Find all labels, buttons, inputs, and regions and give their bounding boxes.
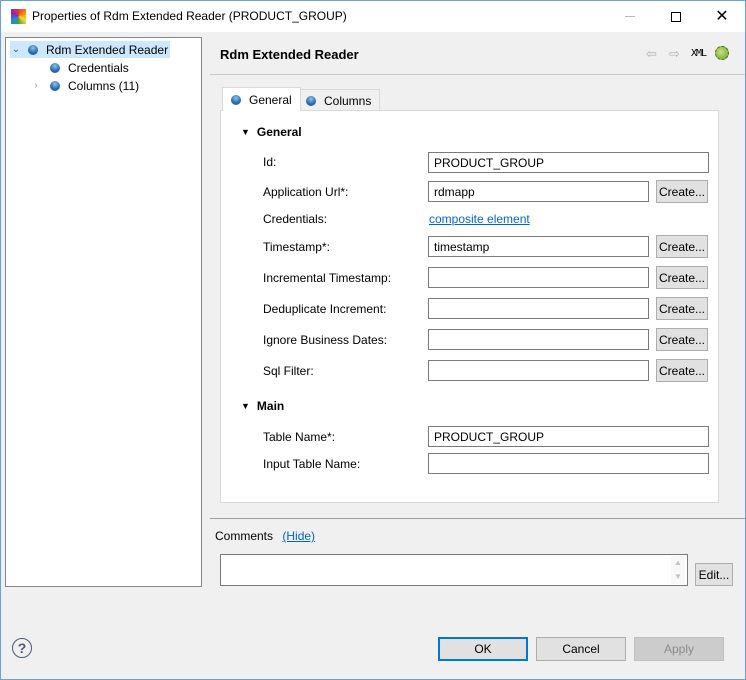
section-main-header[interactable]: ▼ Main xyxy=(241,399,284,413)
deduplicate-increment-field[interactable] xyxy=(428,298,649,319)
tree-item-label: Rdm Extended Reader xyxy=(46,42,169,57)
timestamp-label: Timestamp*: xyxy=(263,240,330,254)
chevron-right-icon[interactable]: › xyxy=(30,80,42,91)
sql-filter-field[interactable] xyxy=(428,360,649,381)
ignore-business-dates-label: Ignore Business Dates: xyxy=(263,333,388,347)
navigation-tree: ⌄ Rdm Extended Reader Credentials › Colu… xyxy=(5,37,202,587)
page-title: Rdm Extended Reader xyxy=(220,47,359,62)
comments-divider xyxy=(210,518,745,519)
ok-button[interactable]: OK xyxy=(438,637,528,661)
minimize-button[interactable] xyxy=(607,1,653,32)
input-table-name-field[interactable] xyxy=(428,453,709,474)
help-icon[interactable]: ? xyxy=(12,638,32,658)
section-title: Main xyxy=(256,399,285,413)
forward-arrow-icon[interactable]: ⇨ xyxy=(669,46,680,62)
application-url-label: Application Url*: xyxy=(263,185,349,199)
comments-textarea[interactable]: ▲ ▼ xyxy=(220,554,688,586)
credentials-composite-link[interactable]: composite element xyxy=(429,212,530,226)
input-table-name-label: Input Table Name: xyxy=(263,457,361,471)
application-url-create-button[interactable]: Create... xyxy=(656,180,708,203)
close-icon: ✕ xyxy=(715,7,729,25)
comments-scrollbar[interactable]: ▲ ▼ xyxy=(671,556,685,584)
maximize-button[interactable] xyxy=(653,1,699,32)
hide-comments-link[interactable]: (Hide) xyxy=(282,529,315,543)
incremental-timestamp-field[interactable] xyxy=(428,267,649,288)
tab-label: Columns xyxy=(324,93,372,108)
collapse-triangle-icon: ▼ xyxy=(241,401,250,411)
application-url-field[interactable] xyxy=(428,181,649,202)
section-general-header[interactable]: ▼ General xyxy=(241,125,302,139)
cancel-button[interactable]: Cancel xyxy=(536,637,626,661)
node-icon xyxy=(50,80,60,91)
tree-item-rdm-extended-reader[interactable]: ⌄ Rdm Extended Reader xyxy=(10,41,170,58)
header-divider xyxy=(210,74,745,75)
title-bar: Properties of Rdm Extended Reader (PRODU… xyxy=(1,1,745,32)
id-label: Id: xyxy=(263,155,277,169)
ignore-business-dates-field[interactable] xyxy=(428,329,649,350)
tab-icon xyxy=(231,94,241,105)
sql-filter-label: Sql Filter: xyxy=(263,364,314,378)
id-field[interactable] xyxy=(428,152,709,173)
deduplicate-increment-label: Deduplicate Increment: xyxy=(263,302,387,316)
tree-item-label: Credentials xyxy=(68,60,129,75)
xml-button[interactable]: XML xyxy=(691,48,707,59)
section-title: General xyxy=(256,125,302,139)
table-name-field[interactable] xyxy=(428,426,709,447)
table-name-label: Table Name*: xyxy=(263,430,336,444)
incremental-timestamp-label: Incremental Timestamp: xyxy=(263,271,392,285)
ignore-business-dates-create-button[interactable]: Create... xyxy=(656,328,708,351)
app-logo-icon xyxy=(11,9,26,24)
tab-icon xyxy=(306,95,316,106)
back-arrow-icon[interactable]: ⇦ xyxy=(646,46,657,62)
tab-columns[interactable]: Columns xyxy=(297,89,381,111)
apply-button[interactable]: Apply xyxy=(634,637,724,661)
tree-item-credentials[interactable]: Credentials xyxy=(50,59,129,76)
sql-filter-create-button[interactable]: Create... xyxy=(656,359,708,382)
debug-bug-icon[interactable] xyxy=(715,46,729,60)
tree-item-columns[interactable]: › Columns (11) xyxy=(30,77,139,94)
node-icon xyxy=(50,62,60,73)
tab-label: General xyxy=(249,92,292,107)
chevron-down-icon[interactable]: ⌄ xyxy=(10,44,22,55)
maximize-icon xyxy=(671,11,681,22)
collapse-triangle-icon: ▼ xyxy=(241,127,250,137)
window-title: Properties of Rdm Extended Reader (PRODU… xyxy=(32,9,347,23)
timestamp-field[interactable] xyxy=(428,236,649,257)
comments-label: Comments xyxy=(215,529,274,543)
deduplicate-increment-create-button[interactable]: Create... xyxy=(656,297,708,320)
tree-item-label: Columns (11) xyxy=(68,78,140,93)
edit-comments-button[interactable]: Edit... xyxy=(695,563,733,586)
scroll-up-icon[interactable]: ▲ xyxy=(671,556,685,570)
scroll-down-icon[interactable]: ▼ xyxy=(671,570,685,584)
credentials-label: Credentials: xyxy=(263,212,328,226)
close-button[interactable]: ✕ xyxy=(699,1,745,32)
properties-dialog: Properties of Rdm Extended Reader (PRODU… xyxy=(0,0,746,680)
tab-general[interactable]: General xyxy=(222,87,301,111)
comments-header: Comments (Hide) xyxy=(215,529,315,543)
incremental-timestamp-create-button[interactable]: Create... xyxy=(656,266,708,289)
minimize-icon xyxy=(625,16,635,17)
timestamp-create-button[interactable]: Create... xyxy=(656,235,708,258)
node-icon xyxy=(28,44,38,55)
